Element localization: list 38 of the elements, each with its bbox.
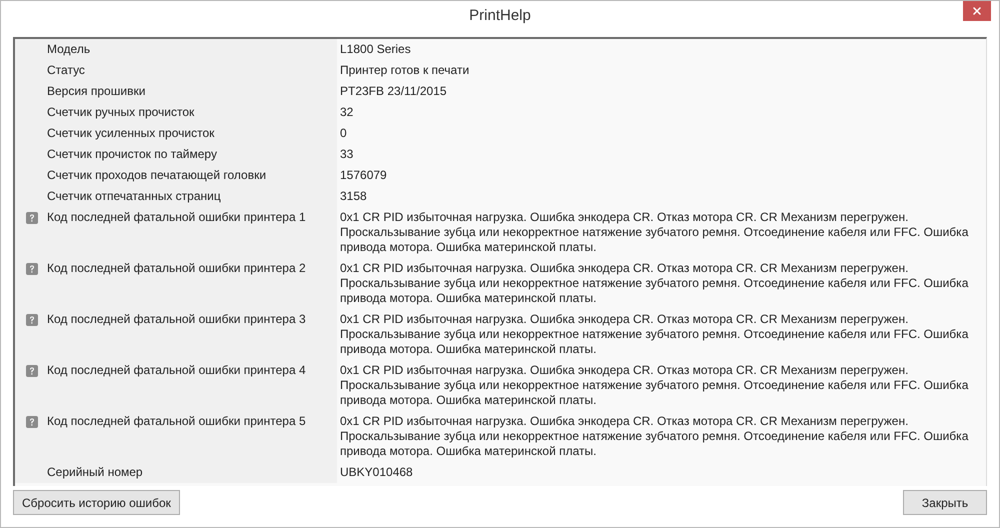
property-label: Счетчик усиленных прочисток <box>47 126 214 141</box>
close-button[interactable]: Закрыть <box>903 490 987 515</box>
help-icon <box>26 416 38 428</box>
property-label: Счетчик ручных прочисток <box>47 105 194 120</box>
property-value: 0x1 CR PID избыточная нагрузка. Ошибка энкодера CR. Отказ мотора CR. CR Механизм перегружен. Проскальзывание зубца или некорректное натяжение зубчатого ремня. Отсоединение кабеля или FFC. Ошибка привода мотора. Ошибка материнской платы. <box>340 210 970 255</box>
property-label: Версия прошивки <box>47 84 146 99</box>
help-icon <box>26 314 38 326</box>
property-value: UBKY010468 <box>340 465 414 480</box>
property-value: 0x1 CR PID избыточная нагрузка. Ошибка энкодера CR. Отказ мотора CR. CR Механизм перегружен. Проскальзывание зубца или некорректное натяжение зубчатого ремня. Отсоединение кабеля или FFC. Ошибка привода мотора. Ошибка материнской платы. <box>340 312 970 357</box>
property-value: 0x1 CR PID избыточная нагрузка. Ошибка энкодера CR. Отказ мотора CR. CR Механизм перегружен. Проскальзывание зубца или некорректное натяжение зубчатого ремня. Отсоединение кабеля или FFC. Ошибка привода мотора. Ошибка материнской платы. <box>340 414 970 459</box>
property-value: 3158 <box>340 189 368 204</box>
property-label: Статус <box>47 63 85 78</box>
property-label: Счетчик прочисток по таймеру <box>47 147 217 162</box>
help-icon <box>26 364 38 376</box>
window-title: PrintHelp <box>469 6 531 26</box>
property-value: 0 <box>340 126 348 141</box>
close-icon <box>971 5 983 17</box>
property-label: Код последней фатальной ошибки принтера 5 <box>47 414 306 429</box>
property-label: Счетчик проходов печатающей головки <box>47 168 266 183</box>
property-label: Код последней фатальной ошибки принтера 3 <box>47 312 306 327</box>
help-icon <box>26 262 38 274</box>
close-window-button[interactable] <box>963 1 991 21</box>
property-value: 0x1 CR PID избыточная нагрузка. Ошибка энкодера CR. Отказ мотора CR. CR Механизм перегружен. Проскальзывание зубца или некорректное натяжение зубчатого ремня. Отсоединение кабеля или FFC. Ошибка привода мотора. Ошибка материнской платы. <box>340 261 970 306</box>
property-value: L1800 Series <box>340 42 412 57</box>
property-value: 33 <box>340 147 354 162</box>
property-label: Счетчик отпечатанных страниц <box>47 189 221 204</box>
property-value: PT23FB 23/11/2015 <box>340 84 448 99</box>
property-value: 1576079 <box>340 168 388 183</box>
property-value: 32 <box>340 105 354 120</box>
reset-history-button[interactable]: Сбросить историю ошибок <box>13 490 180 515</box>
property-label: Модель <box>47 42 90 57</box>
property-value: Принтер готов к печати <box>340 63 470 78</box>
property-value: 0x1 CR PID избыточная нагрузка. Ошибка энкодера CR. Отказ мотора CR. CR Механизм перегружен. Проскальзывание зубца или некорректное натяжение зубчатого ремня. Отсоединение кабеля или FFC. Ошибка привода мотора. Ошибка материнской платы. <box>340 363 970 408</box>
property-label: Код последней фатальной ошибки принтера 2 <box>47 261 306 276</box>
property-label: Код последней фатальной ошибки принтера 1 <box>47 210 306 225</box>
help-icon <box>26 212 38 224</box>
property-label: Серийный номер <box>47 465 143 480</box>
property-label: Код последней фатальной ошибки принтера 4 <box>47 363 306 378</box>
